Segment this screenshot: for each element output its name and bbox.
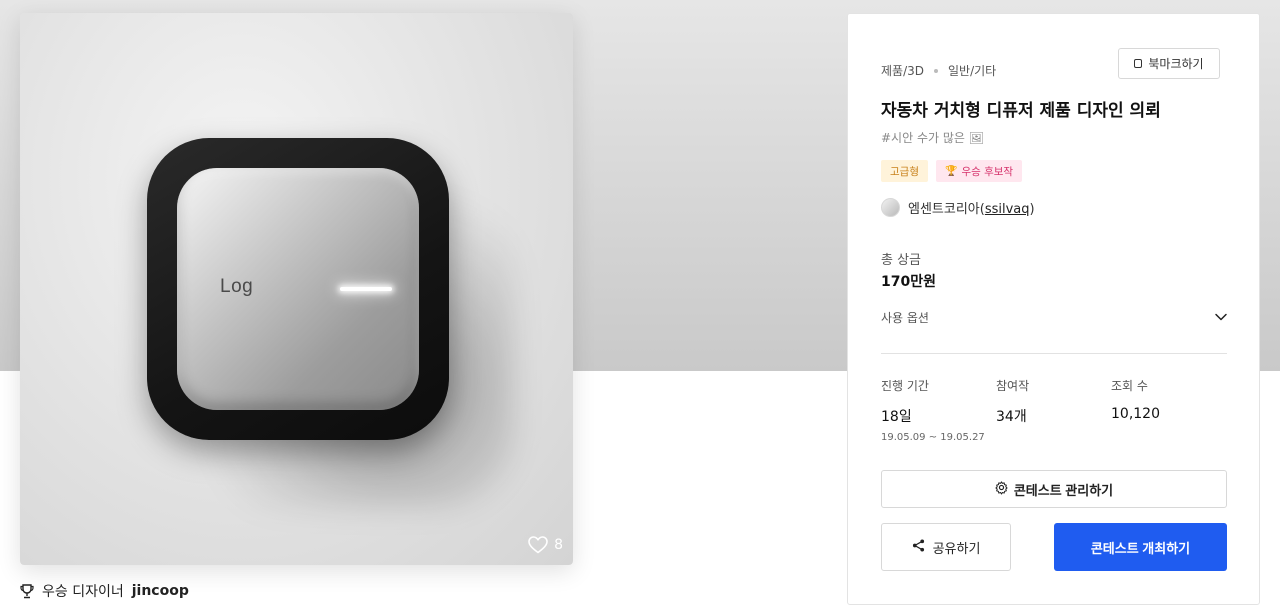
trophy-icon: 🏆 (944, 165, 958, 177)
bookmark-icon (1134, 59, 1143, 68)
candidate-badge: 🏆 우승 후보작 (935, 160, 1023, 182)
contest-info-panel: 제품/3D 일반/기타 북마크하기 자동차 거치형 디퓨저 제품 디자인 의뢰 … (847, 13, 1260, 605)
prize-value: 170만원 (881, 274, 936, 290)
stat-participants: 참여작 34개 (996, 377, 1029, 426)
device-logo-text: Log (220, 276, 254, 297)
stat-views-label: 조회 수 (1111, 379, 1148, 393)
candidate-badge-label: 우승 후보작 (961, 165, 1014, 178)
stat-views-value: 10,120 (1111, 406, 1160, 422)
prize-label: 총 상금 (881, 253, 922, 268)
share-label: 공유하기 (932, 540, 981, 556)
stat-period-range: 19.05.09 ~ 19.05.27 (881, 432, 985, 443)
winner-prefix: 우승 디자이너 (42, 584, 124, 600)
premium-badge: 고급형 (881, 160, 928, 182)
breadcrumb: 제품/3D 일반/기타 (881, 62, 996, 79)
host-contest-label: 콘테스트 개최하기 (1090, 540, 1191, 556)
stat-participants-value: 34개 (996, 409, 1027, 425)
options-label: 사용 옵션 (881, 310, 929, 325)
like-count: 8 (554, 537, 563, 553)
bookmark-button[interactable]: 북마크하기 (1118, 48, 1220, 79)
winner-name[interactable]: jincoop (132, 583, 189, 599)
bookmark-label: 북마크하기 (1148, 57, 1204, 71)
trophy-icon (20, 583, 34, 599)
separator-dot (934, 68, 938, 73)
gear-icon (995, 481, 1008, 497)
premium-badge-label: 고급형 (890, 165, 919, 178)
host-contest-button[interactable]: 콘테스트 개최하기 (1054, 523, 1227, 571)
client-name: 엠센트코리아 (908, 202, 980, 217)
manage-contest-button[interactable]: 콘테스트 관리하기 (881, 470, 1227, 508)
stat-views: 조회 수 10,120 (1111, 377, 1160, 422)
stat-period: 진행 기간 18일 19.05.09 ~ 19.05.27 (881, 377, 985, 443)
avatar (881, 198, 900, 217)
stat-period-value: 18일 (881, 409, 912, 425)
device-light-bar (340, 287, 392, 291)
chevron-down-icon (1215, 313, 1227, 321)
category-sub[interactable]: 일반/기타 (948, 62, 996, 79)
share-icon (912, 539, 925, 555)
divider (881, 353, 1227, 354)
winner-designer: 우승 디자이너 jincoop (20, 581, 189, 601)
share-button[interactable]: 공유하기 (881, 523, 1011, 571)
like-button[interactable]: 8 (528, 536, 563, 554)
stat-period-label: 진행 기간 (881, 379, 929, 393)
contest-hashtag[interactable]: #시안 수가 많은 🖼 (881, 129, 984, 146)
product-image[interactable]: Log 8 (20, 13, 573, 565)
category-main[interactable]: 제품/3D (881, 62, 924, 79)
client-info[interactable]: 엠센트코리아(ssilvaq) (881, 198, 1035, 217)
manage-contest-label: 콘테스트 관리하기 (1013, 482, 1114, 498)
badge-list: 고급형 🏆 우승 후보작 (881, 160, 1023, 182)
client-handle[interactable]: ssilvaq (985, 202, 1030, 217)
contest-title: 자동차 거치형 디퓨저 제품 디자인 의뢰 (881, 101, 1161, 121)
heart-icon (528, 536, 548, 554)
stat-participants-label: 참여작 (996, 379, 1030, 393)
options-toggle[interactable]: 사용 옵션 (881, 306, 1227, 328)
